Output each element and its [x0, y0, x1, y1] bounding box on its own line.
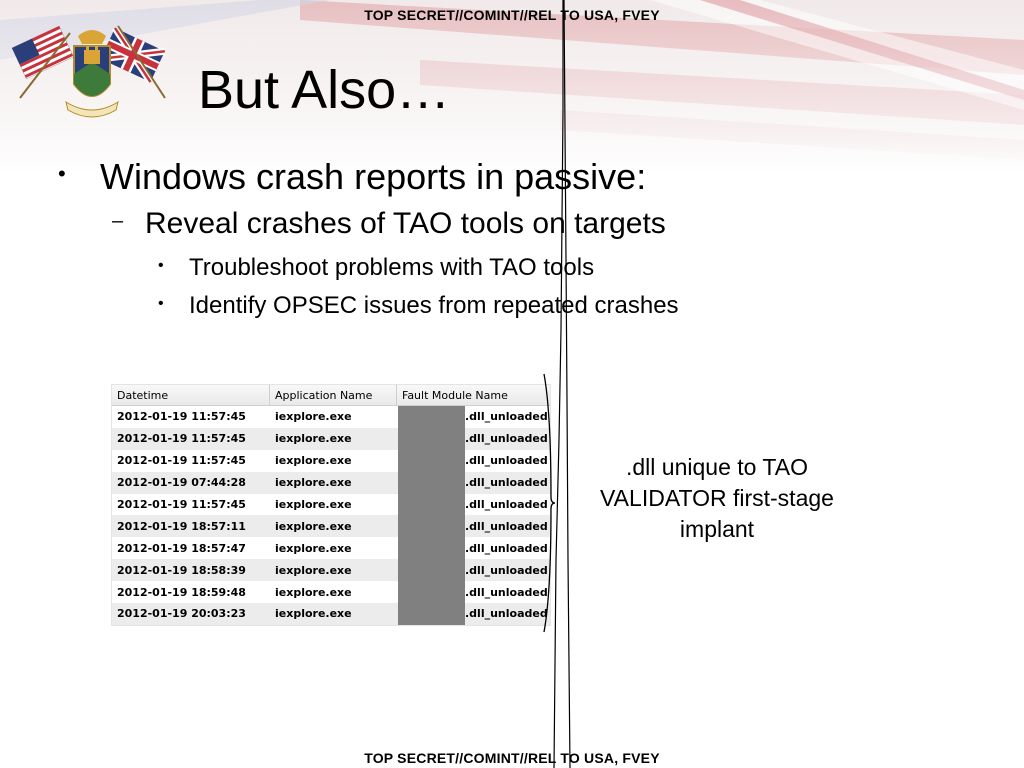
column-header-fault-module-name: Fault Module Name [402, 389, 508, 402]
table-header: Datetime Application Name Fault Module N… [112, 385, 550, 406]
crash-report-table: Datetime Application Name Fault Module N… [111, 384, 551, 626]
bullet-marker: • [158, 257, 164, 274]
bullet-text: Reveal crashes of TAO tools on targets [145, 207, 666, 240]
table-row: 2012-01-19 07:44:28 iexplore.exe .dll_unlo… [112, 471, 550, 494]
cell-application: iexplore.exe [275, 432, 352, 446]
cell-application: iexplore.exe [275, 498, 352, 511]
agency-seal-icon [10, 18, 175, 133]
cell-datetime: 2012-01-19 18:59:48 [117, 585, 246, 599]
bullet-text: Identify OPSEC issues from repeated cras… [189, 292, 679, 319]
table-row: 2012-01-19 18:59:48 iexplore.exe .dll_unlo… [112, 581, 550, 603]
table-row: 2012-01-19 18:57:11 iexplore.exe .dll_unlo… [112, 515, 550, 538]
table-row: 2012-01-19 11:57:45 iexplore.exe .dll_unlo… [112, 406, 550, 428]
bullet-level-1: • Windows crash reports in passive: [58, 156, 646, 198]
annotation-line: implant [679, 516, 755, 542]
bullet-marker: • [158, 295, 164, 312]
cell-datetime: 2012-01-19 11:57:45 [117, 498, 246, 511]
bullet-marker: – [112, 210, 124, 232]
bullet-level-3: • Troubleshoot problems with TAO tools [158, 254, 594, 282]
cell-datetime: 2012-01-19 07:44:28 [117, 476, 246, 490]
column-header-datetime: Datetime [112, 385, 270, 405]
bullet-marker: • [58, 161, 66, 186]
right-brace-icon [543, 373, 556, 633]
annotation-line: .dll unique to TAO [626, 454, 808, 480]
cell-datetime: 2012-01-19 11:57:45 [117, 410, 246, 424]
table-row: 2012-01-19 20:03:23 iexplore.exe .dll_unlo… [112, 603, 550, 625]
cell-application: iexplore.exe [275, 519, 352, 533]
table-row: 2012-01-19 11:57:45 iexplore.exe .dll_unlo… [112, 427, 550, 450]
cell-application: iexplore.exe [275, 607, 352, 621]
cell-application: iexplore.exe [275, 410, 352, 424]
cell-application: iexplore.exe [275, 454, 352, 468]
bullet-text: Troubleshoot problems with TAO tools [189, 254, 595, 281]
column-header-application-name: Application Name [270, 385, 397, 405]
cell-application: iexplore.exe [275, 476, 352, 490]
table-row: 2012-01-19 18:58:39 iexplore.exe .dll_unlo… [112, 559, 550, 582]
bullet-level-2: – Reveal crashes of TAO tools on targets [112, 207, 666, 241]
annotation-line: VALIDATOR first-stage [600, 485, 834, 511]
annotation-text: .dll unique to TAO VALIDATOR first-stage… [582, 452, 852, 545]
classification-banner-bottom: TOP SECRET//COMINT//REL TO USA, FVEY [364, 750, 660, 766]
bullet-text: Windows crash reports in passive: [100, 156, 647, 197]
cell-datetime: 2012-01-19 18:57:11 [117, 519, 246, 533]
cell-application: iexplore.exe [275, 585, 352, 599]
cell-datetime: 2012-01-19 18:58:39 [117, 563, 246, 577]
cell-application: iexplore.exe [275, 541, 352, 555]
slide-title: But Also… [198, 60, 451, 120]
table-body: 2012-01-19 11:57:45 iexplore.exe .dll_unlo… [112, 406, 550, 625]
cell-datetime: 2012-01-19 18:57:47 [117, 541, 246, 555]
table-row: 2012-01-19 18:57:47 iexplore.exe .dll_unlo… [112, 537, 550, 559]
redaction-box [398, 406, 465, 625]
cell-datetime: 2012-01-19 11:57:45 [117, 432, 246, 446]
table-row: 2012-01-19 11:57:45 iexplore.exe .dll_unlo… [112, 494, 550, 516]
cell-application: iexplore.exe [275, 563, 352, 577]
cell-datetime: 2012-01-19 20:03:23 [117, 607, 246, 621]
table-row: 2012-01-19 11:57:45 iexplore.exe .dll_unlo… [112, 450, 550, 472]
cell-datetime: 2012-01-19 11:57:45 [117, 454, 246, 468]
bullet-level-3: • Identify OPSEC issues from repeated cra… [158, 292, 679, 320]
